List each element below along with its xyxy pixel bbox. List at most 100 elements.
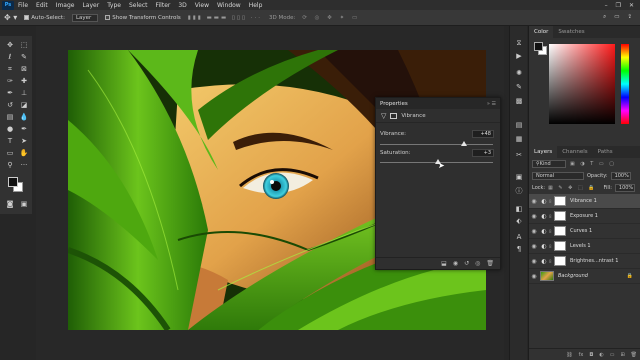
eye-icon[interactable]: ◉ (529, 258, 539, 265)
share-icon[interactable]: ⇪ (627, 14, 632, 21)
show-transform-option[interactable]: Show Transform Controls (105, 15, 181, 21)
history-brush-icon[interactable]: ↺ (5, 100, 15, 110)
saturation-value-field[interactable]: +3 (472, 149, 494, 157)
menu-type[interactable]: Type (107, 2, 121, 9)
eye-icon[interactable]: ◉ (529, 213, 539, 220)
opacity-field[interactable]: 100% (610, 172, 631, 180)
menu-view[interactable]: View (195, 2, 209, 9)
more-tools-icon[interactable]: ··· (19, 160, 29, 170)
visibility-icon[interactable]: ◎ (475, 260, 480, 267)
auto-select-option[interactable]: Auto-Select: (24, 15, 65, 21)
workspace-icon[interactable]: ▭ (614, 14, 619, 21)
glyphs-icon[interactable]: ▣ (514, 172, 524, 182)
menu-edit[interactable]: Edit (36, 2, 48, 9)
menu-window[interactable]: Window (217, 2, 241, 9)
type-tool-icon[interactable]: T (5, 136, 15, 146)
adjustments-icon[interactable]: ▩ (514, 96, 524, 106)
delete-layer-icon[interactable]: 🗑 (631, 352, 637, 358)
panel-menu-icon[interactable]: » ☰ (487, 101, 496, 107)
layer-mask-thumbnail[interactable] (554, 196, 566, 206)
layer-mask-thumbnail[interactable] (554, 256, 566, 266)
eye-icon[interactable]: ◉ (529, 243, 539, 250)
lasso-tool-icon[interactable]: ℓ (5, 52, 15, 62)
fx-icon[interactable]: fx (579, 352, 584, 358)
pen-tool-icon[interactable]: ✒ (19, 124, 29, 134)
hue-slider[interactable] (621, 44, 629, 124)
menu-layer[interactable]: Layer (82, 2, 99, 9)
new-group-icon[interactable]: ▭ (610, 352, 615, 358)
layer-row-levels[interactable]: ◉ ◐ 8 Levels 1 (529, 239, 640, 254)
move-tool-icon[interactable]: ✥ ▾ (4, 13, 17, 22)
layer-row-vibrance[interactable]: ◉ ◐ 8 Vibrance 1 (529, 194, 640, 209)
show-transform-checkbox[interactable] (105, 15, 111, 20)
eraser-tool-icon[interactable]: ◪ (19, 100, 29, 110)
move-tool-icon[interactable]: ✥ (5, 40, 15, 50)
properties-strip-icon[interactable]: ▤ (514, 120, 524, 130)
info-icon[interactable]: ⓘ (514, 186, 524, 196)
background-thumbnail[interactable] (540, 271, 554, 281)
eyedropper-tool-icon[interactable]: ✑ (5, 76, 15, 86)
tab-paths[interactable]: Paths (593, 146, 618, 158)
blur-tool-icon[interactable]: 💧 (19, 112, 29, 122)
tab-layers[interactable]: Layers (529, 146, 558, 158)
brushes-icon[interactable]: ✎ (514, 82, 524, 92)
eye-icon[interactable]: ◉ (529, 273, 539, 280)
clip-to-layer-icon[interactable]: ⬓ (441, 260, 447, 267)
tab-swatches[interactable]: Swatches (553, 26, 589, 38)
healing-tool-icon[interactable]: ✚ (19, 76, 29, 86)
layer-row-brightness-contrast[interactable]: ◉ ◐ 8 Brightnes...ntrast 1 (529, 254, 640, 269)
link-layers-icon[interactable]: ⛓ (566, 352, 572, 358)
brush-settings-icon[interactable]: ✺ (514, 68, 524, 78)
auto-select-dropdown[interactable]: Layer (71, 13, 99, 22)
actions-icon[interactable]: ▶ (514, 51, 524, 61)
layer-row-exposure[interactable]: ◉ ◐ 8 Exposure 1 (529, 209, 640, 224)
delete-adjustment-icon[interactable]: 🗑 (486, 260, 494, 267)
tools-strip-icon[interactable]: ✂ (514, 150, 524, 160)
new-layer-icon[interactable]: ⊞ (620, 352, 624, 358)
restore-icon[interactable]: ❐ (616, 2, 621, 9)
character-icon[interactable]: A (514, 232, 524, 242)
filter-type-icons[interactable]: ▣ ◑ T ▭ ▢ (570, 161, 616, 167)
vibrance-value-field[interactable]: +48 (472, 130, 494, 138)
color-picker-field[interactable] (549, 44, 615, 124)
fill-field[interactable]: 100% (614, 184, 635, 192)
screen-mode-icon[interactable]: ▣ (19, 199, 29, 209)
eye-icon[interactable]: ◉ (529, 228, 539, 235)
close-icon[interactable]: ✕ (629, 2, 634, 9)
layer-mask-icon[interactable] (390, 112, 398, 119)
shape-tool-icon[interactable]: ▭ (5, 148, 15, 158)
crop-tool-icon[interactable]: ⌗ (5, 64, 15, 74)
lock-icons[interactable]: ▦ ✎ ✥ ⬚ 🔒 (548, 185, 596, 191)
align-icons[interactable]: ▮▮▮ ▬▬▬ ▯▯▯ ··· (188, 15, 262, 21)
hand-tool-icon[interactable]: ✋ (19, 148, 29, 158)
blend-mode-dropdown[interactable]: Normal (532, 172, 584, 180)
quick-select-tool-icon[interactable]: ✎ (19, 52, 29, 62)
tab-color[interactable]: Color (529, 26, 554, 38)
path-select-tool-icon[interactable]: ➤ (19, 136, 29, 146)
add-mask-icon[interactable]: ◘ (589, 352, 593, 358)
history-icon[interactable]: ⧖ (514, 38, 524, 48)
dodge-tool-icon[interactable]: ● (5, 124, 15, 134)
layer-mask-thumbnail[interactable] (554, 241, 566, 251)
zoom-tool-icon[interactable]: ⚲ (5, 160, 15, 170)
vibrance-slider-thumb[interactable] (460, 141, 467, 146)
menu-3d[interactable]: 3D (178, 2, 186, 9)
marquee-tool-icon[interactable]: ⬚ (19, 40, 29, 50)
new-adjustment-icon[interactable]: ◐ (599, 352, 603, 358)
menu-select[interactable]: Select (129, 2, 148, 9)
channels-strip-icon[interactable]: ◧ (514, 204, 524, 214)
menu-image[interactable]: Image (56, 2, 75, 9)
menu-filter[interactable]: Filter (156, 2, 171, 9)
color-panel-foreground-swatch[interactable] (534, 42, 543, 51)
foreground-color-swatch[interactable] (8, 177, 18, 187)
3d-tools-icons[interactable]: ⟳ ◎ ✥ ✦ ▭ (302, 15, 360, 21)
menu-file[interactable]: File (18, 2, 28, 9)
stamp-tool-icon[interactable]: ⊥ (19, 88, 29, 98)
layer-row-background[interactable]: ◉ Background 🔒 (529, 269, 640, 284)
quick-mask-icon[interactable]: ◙ (5, 199, 15, 209)
frame-tool-icon[interactable]: ⊠ (19, 64, 29, 74)
libraries-icon[interactable]: ▦ (514, 134, 524, 144)
minimize-icon[interactable]: – (605, 2, 608, 9)
paths-strip-icon[interactable]: ⬖ (514, 216, 524, 226)
tab-channels[interactable]: Channels (557, 146, 592, 158)
